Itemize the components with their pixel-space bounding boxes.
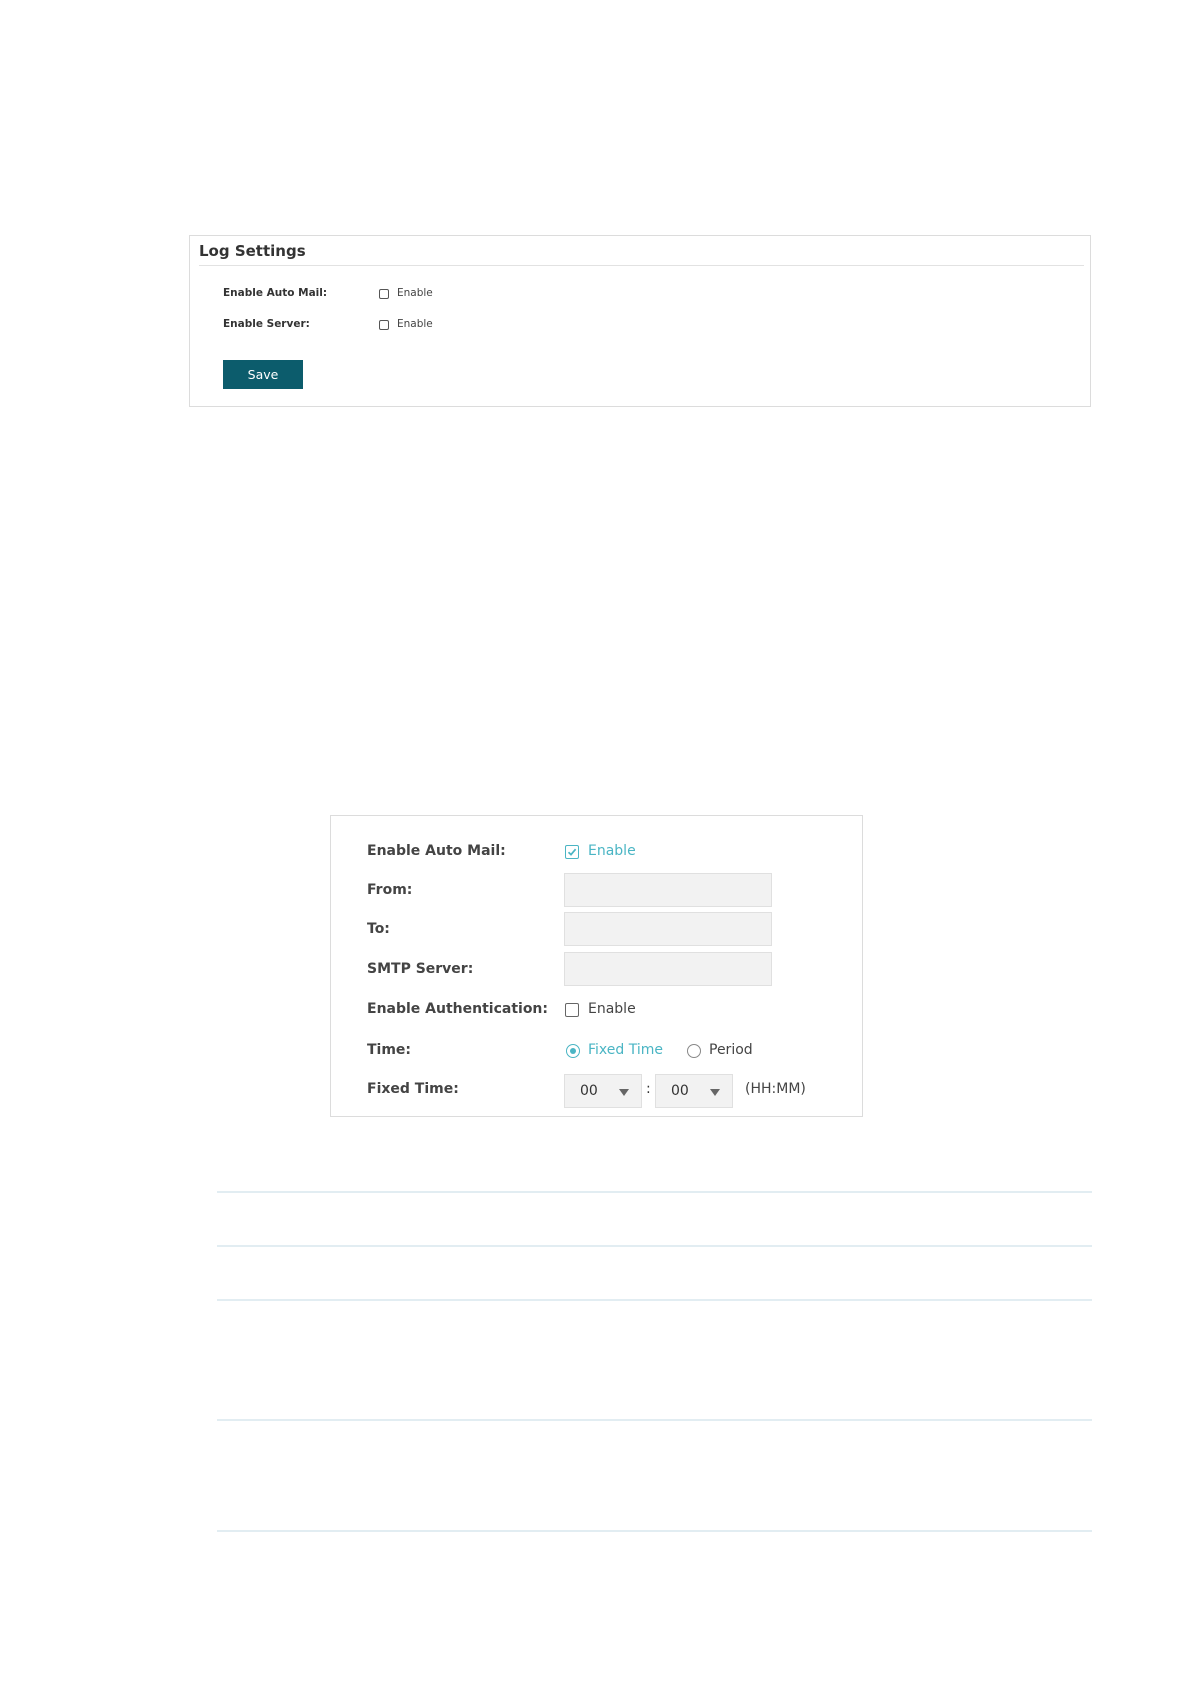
chevron-down-icon — [710, 1089, 720, 1096]
table-row-divider — [217, 1245, 1092, 1247]
enable-authentication-checkbox[interactable] — [565, 1003, 579, 1017]
panel-title: Log Settings — [199, 242, 306, 260]
smtp-server-label: SMTP Server: — [367, 961, 474, 977]
checkmark-icon — [567, 848, 577, 856]
hour-value: 00 — [580, 1083, 598, 1099]
enable-server-option[interactable]: Enable — [397, 318, 433, 330]
table-row-divider — [217, 1299, 1092, 1301]
minute-value: 00 — [671, 1083, 689, 1099]
enable-auto-mail-option[interactable]: Enable — [588, 843, 636, 859]
period-radio[interactable] — [687, 1044, 701, 1058]
fixed-time-radio[interactable] — [566, 1044, 580, 1058]
period-option[interactable]: Period — [709, 1042, 753, 1058]
enable-server-checkbox[interactable] — [379, 320, 389, 330]
enable-authentication-label: Enable Authentication: — [367, 1001, 549, 1017]
to-label: To: — [367, 921, 390, 937]
title-divider — [199, 265, 1084, 266]
to-input[interactable] — [564, 912, 772, 946]
enable-server-label: Enable Server: — [223, 318, 310, 330]
enable-auto-mail-label: Enable Auto Mail: — [223, 287, 328, 299]
hour-select[interactable]: 00 — [564, 1074, 642, 1108]
enable-authentication-option[interactable]: Enable — [588, 1001, 636, 1017]
enable-auto-mail-option[interactable]: Enable — [397, 287, 433, 299]
smtp-server-input[interactable] — [564, 952, 772, 986]
enable-auto-mail-label: Enable Auto Mail: — [367, 843, 506, 859]
fixed-time-option[interactable]: Fixed Time — [588, 1042, 663, 1058]
save-button[interactable]: Save — [223, 360, 303, 389]
from-input[interactable] — [564, 873, 772, 907]
fixed-time-label: Fixed Time: — [367, 1081, 459, 1097]
enable-auto-mail-checkbox[interactable] — [565, 845, 579, 859]
table-row-divider — [217, 1191, 1092, 1193]
table-row-divider — [217, 1419, 1092, 1421]
auto-mail-panel: Enable Auto Mail: Enable From: To: SMTP … — [330, 815, 863, 1117]
time-format-hint: (HH:MM) — [745, 1081, 806, 1097]
enable-auto-mail-checkbox[interactable] — [379, 289, 389, 299]
time-separator: : — [646, 1081, 651, 1097]
chevron-down-icon — [619, 1089, 629, 1096]
log-settings-panel: Log Settings Enable Auto Mail: Enable En… — [189, 235, 1091, 407]
from-label: From: — [367, 882, 413, 898]
time-label: Time: — [367, 1042, 412, 1058]
minute-select[interactable]: 00 — [655, 1074, 733, 1108]
table-row-divider — [217, 1530, 1092, 1532]
